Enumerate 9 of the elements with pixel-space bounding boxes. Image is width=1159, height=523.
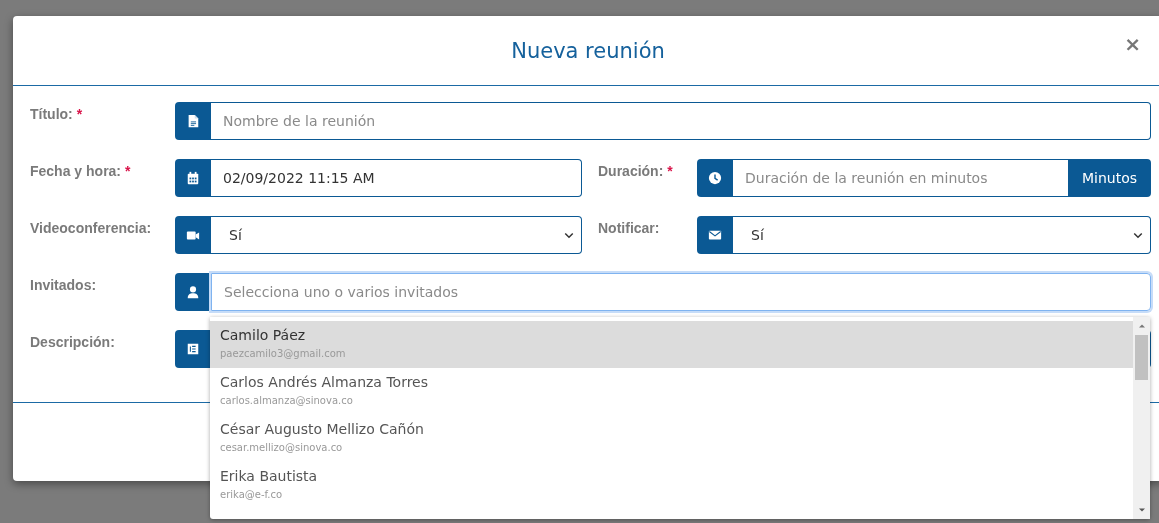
dialog-title: Nueva reunión <box>511 38 665 63</box>
field-label: Notificar: <box>598 219 661 236</box>
unit-label: Minutos <box>1068 159 1151 197</box>
field-label: Duración: * <box>598 162 674 179</box>
field-label: Videoconferencia: <box>30 219 153 236</box>
field-label: Invitados: <box>30 276 98 293</box>
field-label: Descripción: <box>30 333 116 350</box>
field-label: Fecha y hora: * <box>30 162 132 179</box>
field-label: Título: * <box>30 105 84 122</box>
